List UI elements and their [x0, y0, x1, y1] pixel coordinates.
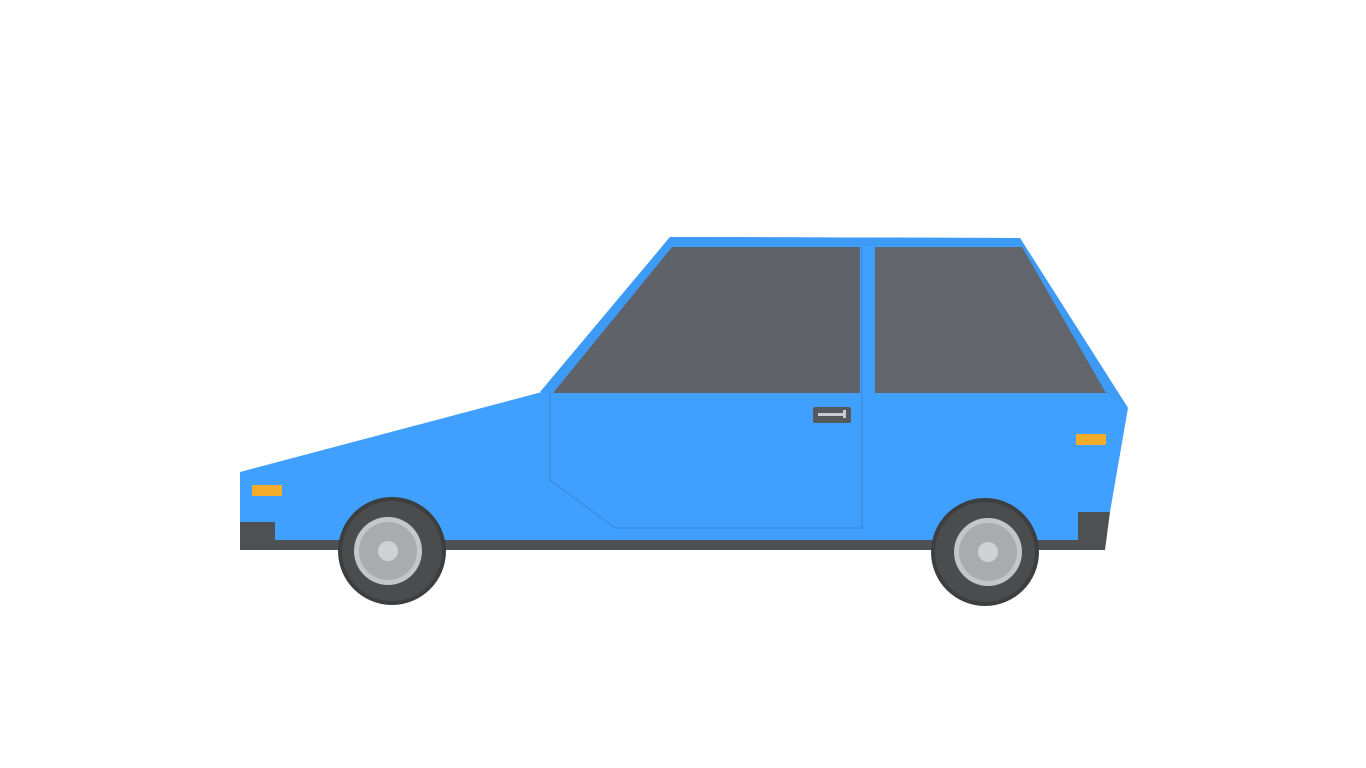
door-handle-icon[interactable]	[813, 407, 851, 423]
rear-wheel-icon	[931, 498, 1039, 606]
front-wheel-icon	[338, 497, 446, 605]
rear-indicator-light-icon	[1076, 434, 1106, 445]
car-scene	[0, 0, 1366, 768]
front-indicator-light-icon	[252, 485, 282, 496]
